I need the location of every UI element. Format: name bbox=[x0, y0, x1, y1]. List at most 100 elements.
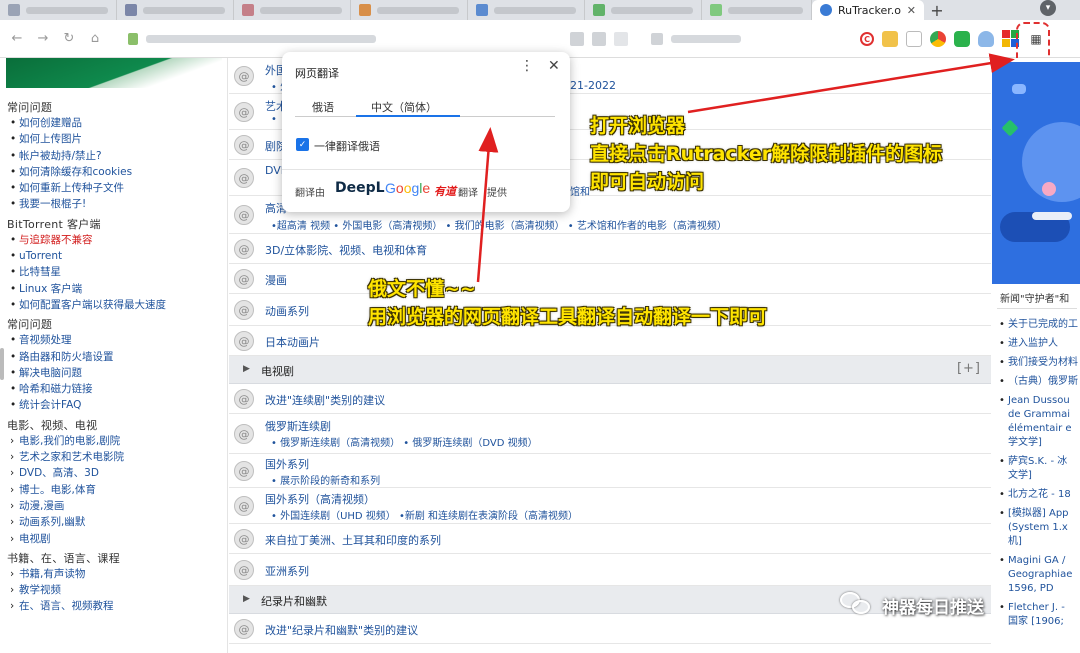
news-item-line[interactable]: de Grammai bbox=[1008, 409, 1070, 420]
tab-close-icon[interactable]: ✕ bbox=[907, 4, 916, 17]
browser-tab[interactable] bbox=[702, 0, 812, 20]
forum-title[interactable]: 改进"连续剧"类别的建议 bbox=[265, 392, 385, 408]
sidebar-link[interactable]: 如何创建赠品 bbox=[10, 115, 227, 132]
news-item-line[interactable]: Fletcher J. - bbox=[1008, 602, 1065, 613]
sidebar-link[interactable]: 电影,我们的电影,剧院 bbox=[10, 433, 227, 450]
reload-icon[interactable]: ↻ bbox=[58, 28, 80, 50]
news-item[interactable]: （古典）俄罗斯 bbox=[999, 375, 1080, 389]
news-item-line[interactable]: 1596, PD bbox=[1008, 583, 1054, 594]
forum-subforums[interactable]: •超高清 视频 • 外国电影（高清视频） • 我们的电影（高清视频） • 艺术馆… bbox=[271, 217, 727, 232]
extension-chat-icon[interactable] bbox=[954, 31, 970, 47]
forum-subforums[interactable]: • bbox=[271, 114, 277, 125]
forum-row[interactable]: @ 亚洲系列 bbox=[229, 554, 991, 586]
sidebar-link[interactable]: 动画系列,幽默 bbox=[10, 514, 227, 531]
sidebar-link[interactable]: DVD、高清、3D bbox=[10, 465, 227, 482]
news-item-line[interactable]: [模拟器] App bbox=[1008, 508, 1069, 519]
forum-subforums[interactable]: • 外国连续剧（UHD 视频） •新剧 和连续剧在表演阶段（高清视频） bbox=[271, 507, 578, 522]
forum-title[interactable]: 国外系列（高清视频） bbox=[265, 491, 375, 507]
forum-title[interactable]: 动画系列 bbox=[265, 303, 309, 319]
forum-row[interactable]: @ 改进"连续剧"类别的建议 bbox=[229, 384, 991, 414]
news-item[interactable]: [模拟器] App (System 1.x 机] bbox=[999, 507, 1080, 549]
sidebar-link[interactable]: 在、语言、视频教程 bbox=[10, 598, 227, 615]
sidebar-link[interactable]: 比特彗星 bbox=[10, 264, 227, 281]
forum-title[interactable]: 来自拉丁美洲、土耳其和印度的系列 bbox=[265, 532, 441, 548]
ad-banner-illustration[interactable] bbox=[992, 62, 1080, 284]
extension-doc-icon[interactable] bbox=[906, 31, 922, 47]
sidebar-link[interactable]: 博士。电影,体育 bbox=[10, 482, 227, 499]
forum-title[interactable]: 俄罗斯连续剧 bbox=[265, 418, 331, 434]
news-item[interactable]: 关于已完成的工 bbox=[999, 318, 1080, 332]
sidebar-link[interactable]: 如何清除缓存和cookies bbox=[10, 164, 227, 181]
forum-row[interactable]: @ 国外系列 • 展示阶段的新奇和系列 bbox=[229, 454, 991, 488]
news-item-line[interactable]: 文学] bbox=[1008, 470, 1032, 481]
sidebar-link[interactable]: 统计会计FAQ bbox=[10, 397, 227, 414]
back-icon[interactable]: ← bbox=[6, 28, 28, 50]
translate-page-icon[interactable] bbox=[570, 32, 584, 46]
forum-row[interactable]: @ 俄罗斯连续剧 • 俄罗斯连续剧（高清视频） • 俄罗斯连续剧（DVD 视频） bbox=[229, 414, 991, 454]
tab-target-language[interactable]: 中文（简体） bbox=[371, 99, 437, 115]
news-item-line[interactable]: 机] bbox=[1008, 536, 1022, 547]
news-item-line[interactable]: 学文学] bbox=[1008, 437, 1042, 448]
extension-cloud-icon[interactable] bbox=[978, 31, 994, 47]
forum-title[interactable]: 改进"纪录片和幽默"类别的建议 bbox=[265, 622, 418, 638]
news-item-line[interactable]: Jean Dussou bbox=[1008, 395, 1070, 406]
sidebar-link[interactable]: 教学视频 bbox=[10, 582, 227, 599]
forum-row[interactable]: @ 3D/立体影院、视频、电视和体育 bbox=[229, 234, 991, 264]
forum-row[interactable]: @ 来自拉丁美洲、土耳其和印度的系列 bbox=[229, 524, 991, 554]
always-translate-checkbox[interactable]: ✓ bbox=[296, 138, 309, 151]
sidebar-link[interactable]: 如何上传图片 bbox=[10, 131, 227, 148]
forum-title[interactable]: 国外系列 bbox=[265, 456, 309, 472]
news-item-line[interactable]: Magini GA / bbox=[1008, 555, 1065, 566]
sidebar-link[interactable]: Linux 客户端 bbox=[10, 281, 227, 298]
category-header-tv[interactable]: ▶ 电视剧 [+] bbox=[229, 356, 991, 384]
forum-subforums[interactable]: • 展示阶段的新奇和系列 bbox=[271, 472, 380, 487]
sidebar-link[interactable]: 书籍,有声读物 bbox=[10, 566, 227, 583]
category-title[interactable]: 电视剧 bbox=[261, 363, 294, 379]
always-translate-label[interactable]: 一律翻译俄语 bbox=[314, 138, 380, 154]
news-item-line[interactable]: 萨宾S.K. - 冰 bbox=[1008, 456, 1067, 467]
news-item-line[interactable]: 国家 [1906; bbox=[1008, 616, 1064, 627]
news-item[interactable]: Magini GA / Geographiae 1596, PD bbox=[999, 554, 1080, 596]
sidebar-link[interactable]: 如何重新上传种子文件 bbox=[10, 180, 227, 197]
forum-row[interactable]: @ 改进"纪录片和幽默"类别的建议 bbox=[229, 614, 991, 644]
sidebar-link[interactable]: 解决电脑问题 bbox=[10, 365, 227, 382]
news-item-line[interactable]: Geographiae bbox=[1008, 569, 1072, 580]
browser-tab[interactable] bbox=[117, 0, 234, 20]
category-title[interactable]: 纪录片和幽默 bbox=[261, 593, 327, 609]
news-item[interactable]: 我们接受为材料 bbox=[999, 356, 1080, 370]
extension-c-icon[interactable]: C bbox=[860, 32, 874, 46]
forum-subforums[interactable]: • 俄罗斯连续剧（高清视频） • 俄罗斯连续剧（DVD 视频） bbox=[271, 434, 538, 449]
browser-tab-active[interactable]: RuTracker.o ✕ bbox=[812, 0, 924, 20]
browser-tab[interactable] bbox=[468, 0, 585, 20]
forum-title[interactable]: 亚洲系列 bbox=[265, 563, 309, 579]
collapse-arrow-icon[interactable]: ▶ bbox=[243, 364, 250, 374]
forum-title[interactable]: 3D/立体影院、视频、电视和体育 bbox=[265, 242, 427, 258]
address-bar[interactable] bbox=[128, 28, 628, 50]
sidebar-link[interactable]: 动漫,漫画 bbox=[10, 498, 227, 515]
sidebar-link[interactable]: 与追踪器不兼容 bbox=[10, 232, 227, 249]
bookmark-add-icon[interactable] bbox=[592, 32, 606, 46]
forum-row[interactable]: @ 国外系列（高清视频） • 外国连续剧（UHD 视频） •新剧 和连续剧在表演… bbox=[229, 488, 991, 524]
browser-tab[interactable] bbox=[0, 0, 117, 20]
sidebar-link[interactable]: uTorrent bbox=[10, 248, 227, 265]
new-tab-button[interactable]: + bbox=[924, 0, 950, 20]
tab-source-language[interactable]: 俄语 bbox=[312, 99, 334, 115]
forward-icon[interactable]: → bbox=[32, 28, 54, 50]
browser-tab[interactable] bbox=[585, 0, 702, 20]
news-item-line[interactable]: (System 1.x bbox=[1008, 522, 1068, 533]
tab-search-icon[interactable]: ▾ bbox=[1040, 0, 1056, 16]
zoom-icon[interactable] bbox=[614, 32, 628, 46]
forum-title[interactable]: 漫画 bbox=[265, 272, 287, 288]
extension-note-icon[interactable] bbox=[882, 31, 898, 47]
browser-tab[interactable] bbox=[234, 0, 351, 20]
sidebar-link[interactable]: 艺术之家和艺术电影院 bbox=[10, 449, 227, 466]
news-item[interactable]: Jean Dussou de Grammai élémentair e 学文学] bbox=[999, 394, 1080, 450]
sidebar-link[interactable]: 帐户被劫持/禁止? bbox=[10, 148, 227, 165]
sidebar-link[interactable]: 路由器和防火墙设置 bbox=[10, 349, 227, 366]
close-icon[interactable]: ✕ bbox=[548, 58, 560, 74]
home-icon[interactable]: ⌂ bbox=[84, 28, 106, 50]
browser-tab[interactable] bbox=[351, 0, 468, 20]
sidebar-collapse-handle[interactable] bbox=[0, 348, 4, 380]
extension-chrome-icon[interactable] bbox=[930, 31, 946, 47]
forum-title[interactable]: 日本动画片 bbox=[265, 334, 320, 350]
